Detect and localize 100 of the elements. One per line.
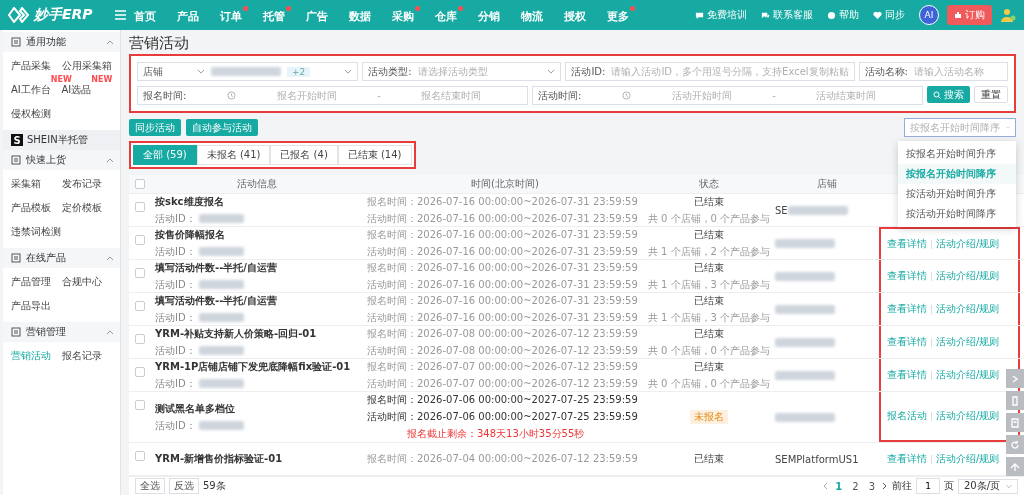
activity-name: 填写活动件数--半托/自运营	[155, 293, 278, 308]
action-link[interactable]: 查看详情	[887, 302, 927, 316]
action-link[interactable]: 查看详情	[887, 368, 927, 382]
activity-name: 按skc维度报名	[155, 194, 225, 209]
header-link[interactable]: 免费培训	[707, 8, 747, 22]
id-field[interactable]: 活动ID: 请输入活动ID，多个用逗号分隔，支持Excel复制粘贴	[565, 62, 855, 81]
total-count: 59条	[203, 479, 226, 493]
store-name: SEMPlatformUS1	[775, 453, 859, 465]
sort-option[interactable]: 按活动开始时间升序	[898, 184, 1016, 204]
action-link[interactable]: 活动介绍/规则	[936, 269, 1000, 283]
action-link[interactable]: 活动介绍/规则	[936, 409, 1000, 423]
sort-option[interactable]: 按活动开始时间降序	[898, 204, 1016, 224]
sidebar-item[interactable]: 侵权检测	[11, 107, 62, 121]
search-button[interactable]: 搜索	[927, 86, 970, 103]
nav-item[interactable]: 分销	[477, 5, 506, 25]
action-link[interactable]: 查看详情	[887, 269, 927, 283]
order-button[interactable]: 订购	[947, 5, 992, 25]
nav-item[interactable]: 首页	[133, 5, 162, 25]
sidebar-item[interactable]: 产品模板	[11, 201, 62, 215]
type-select[interactable]: 活动类型: 请选择活动类型	[362, 62, 562, 81]
participation-summary: 共 0 个店铺，0 个产品参与	[647, 343, 771, 358]
participation-summary: 共 1 个店铺，3 个产品参与	[647, 277, 771, 292]
status-text: 已结束	[694, 194, 724, 209]
sidebar-item[interactable]: 合规中心	[61, 275, 112, 289]
page-number[interactable]: 1	[832, 480, 846, 492]
nav-item[interactable]: 广告	[305, 5, 334, 25]
status-tag: 未报名	[690, 410, 728, 424]
action-button[interactable]: 自动参与活动	[186, 119, 258, 136]
sidebar-item[interactable]: 违禁词检测	[11, 225, 62, 239]
sidebar-item[interactable]: 报名记录	[61, 349, 112, 363]
sidebar-item[interactable]: 发布记录	[61, 177, 112, 191]
sort-option[interactable]: 按报名开始时间升序	[898, 144, 1016, 164]
page-number[interactable]: 3	[865, 480, 878, 492]
status-text: 已结束	[694, 452, 724, 466]
activity-id-label: 活动ID：	[155, 244, 196, 259]
logo-text: 妙手ERP	[34, 6, 93, 24]
page-size-select[interactable]: 20条/页	[958, 478, 1018, 494]
nav-item[interactable]: 数据	[348, 5, 377, 25]
action-link[interactable]: 活动介绍/规则	[936, 237, 1000, 251]
start-placeholder: 报名开始时间	[276, 88, 337, 103]
filter-tab[interactable]: 已结束 (14)	[337, 145, 412, 165]
nav-item[interactable]: 托管	[262, 5, 291, 25]
end-placeholder: 报名结束时间	[421, 88, 482, 103]
range-separator: -	[772, 90, 776, 101]
action-link[interactable]: 活动介绍/规则	[936, 452, 1000, 466]
participation-summary: 共 1 个店铺，3 个产品参与	[647, 310, 771, 325]
filter-tab[interactable]: 全部 (59)	[133, 145, 197, 165]
header-link[interactable]: 同步	[885, 8, 905, 22]
action-button[interactable]: 同步活动	[129, 119, 181, 136]
name-field[interactable]: 活动名称: 请输入活动名称	[858, 62, 1008, 81]
header-link[interactable]: 帮助	[839, 8, 859, 22]
time-range: 活动时间：2026-07-16 00:00:00~2026-07-31 23:59:59	[367, 277, 639, 292]
reset-button[interactable]: 重置	[974, 86, 1008, 103]
filter-tab[interactable]: 已报名 (4)	[270, 145, 338, 165]
status-text: 已结束	[694, 260, 724, 275]
time-range: 报名时间：2026-07-16 00:00:00~2026-07-31 23:59:59	[367, 194, 639, 209]
nav-item[interactable]: 仓库	[434, 5, 463, 25]
sidebar-item[interactable]: 定价模板	[61, 201, 112, 215]
sidebar-item[interactable]: 产品采集	[11, 59, 62, 73]
sidebar-item[interactable]: 产品管理	[11, 275, 62, 289]
nav-item[interactable]: 更多	[606, 5, 635, 25]
nav-item[interactable]: 物流	[520, 5, 549, 25]
action-link[interactable]: 活动介绍/规则	[936, 335, 1000, 349]
action-link[interactable]: 查看详情	[887, 237, 927, 251]
nav-item[interactable]: 授权	[563, 5, 592, 25]
nav-item[interactable]: 采购	[391, 5, 420, 25]
sidebar-item[interactable]: S SHEIN半托管	[3, 130, 120, 150]
nav-item[interactable]: 产品	[176, 5, 205, 25]
store-name: SE	[775, 204, 788, 216]
column-header: 活动信息	[236, 177, 278, 191]
ai-avatar[interactable]: AI	[919, 5, 939, 25]
time-range: 报名时间：2026-07-16 00:00:00~2026-07-31 23:59:59	[367, 260, 639, 275]
sort-option[interactable]: 按报名开始时间降序	[898, 164, 1016, 184]
time-range: 活动时间：2026-07-16 00:00:00~2026-07-31 23:59:59	[367, 244, 639, 259]
header-link[interactable]: 联系客服	[773, 8, 813, 22]
sidebar-item[interactable]: 公用采集箱	[61, 59, 112, 73]
action-link[interactable]: 查看详情	[887, 335, 927, 349]
date-range-field[interactable]: 活动时间: 活动开始时间 - 活动结束时间	[532, 86, 923, 105]
date-range-field[interactable]: 报名时间: 报名开始时间 - 报名结束时间	[137, 86, 528, 105]
action-link[interactable]: 查看详情	[887, 452, 927, 466]
activity-id-label: 活动ID：	[155, 418, 196, 433]
page-input[interactable]: 1	[916, 478, 940, 494]
invert-selection-button[interactable]: 反选	[169, 478, 199, 494]
sidebar-item[interactable]: 营销活动	[11, 349, 62, 363]
column-header: 时间(北京时间)	[470, 177, 540, 191]
sidebar-item[interactable]: 产品导出	[11, 299, 62, 313]
sidebar-item[interactable]: 采集箱	[11, 177, 62, 191]
action-link[interactable]: 活动介绍/规则	[936, 302, 1000, 316]
nav-item[interactable]: 订单	[219, 5, 248, 25]
action-link[interactable]: 活动介绍/规则	[936, 368, 1000, 382]
time-range: 报名时间：2026-07-07 00:00:00~2026-07-12 23:59:59	[367, 359, 639, 374]
sort-select[interactable]: 按报名开始时间降序	[904, 118, 1016, 137]
page-number[interactable]: 2	[849, 480, 862, 492]
time-range: 活动时间：2026-07-16 00:00:00~2026-07-31 23:59:59	[367, 211, 639, 226]
time-range: 活动时间：2026-07-08 00:00:00~2026-07-12 23:59:59	[367, 343, 639, 358]
action-link[interactable]: 报名活动	[887, 409, 927, 423]
filter-tab[interactable]: 未报名 (41)	[196, 145, 271, 165]
column-header: 店铺	[816, 177, 838, 191]
store-select[interactable]: 店铺 +2	[137, 62, 359, 81]
select-all-button[interactable]: 全选	[135, 478, 165, 494]
